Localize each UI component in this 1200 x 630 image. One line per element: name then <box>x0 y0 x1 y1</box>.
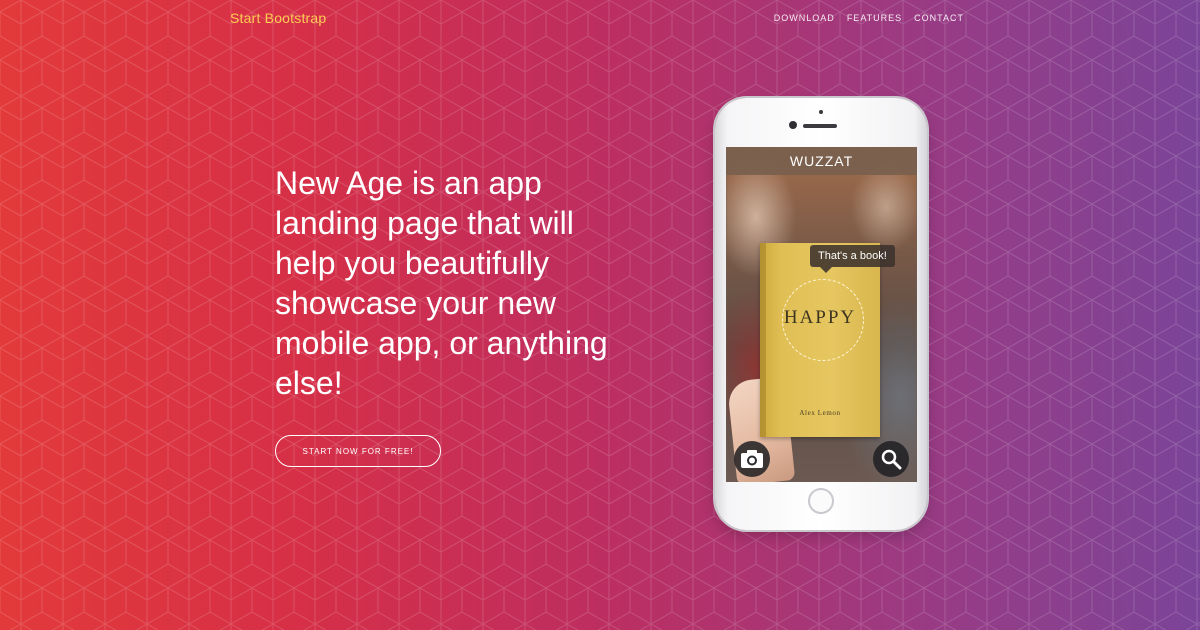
nav-features-link[interactable]: Features <box>847 13 902 23</box>
camera-button[interactable] <box>734 441 770 477</box>
hero-headline: New Age is an app landing page that will… <box>275 165 608 401</box>
phone-home-button <box>808 488 834 514</box>
speech-bubble: That's a book! <box>810 245 895 267</box>
phone-front-camera <box>789 121 797 129</box>
app-title: WUZZAT <box>789 153 854 169</box>
brand-link[interactable]: Start Bootstrap <box>230 10 326 26</box>
main-nav: Download Features Contact <box>774 13 964 23</box>
book-spine <box>760 243 766 437</box>
phone-mockup: HAPPY Alex Lemon WUZZAT That's a book! <box>715 98 927 530</box>
search-icon <box>881 449 902 470</box>
phone-speaker <box>803 124 837 128</box>
book-title: HAPPY <box>783 307 857 328</box>
nav-download-link[interactable]: Download <box>774 13 835 23</box>
speech-bubble-tail <box>820 267 832 273</box>
phone-sensor <box>819 110 823 114</box>
camera-icon <box>741 450 763 468</box>
app-title-bar: WUZZAT <box>726 147 917 175</box>
nav-contact-link[interactable]: Contact <box>914 13 964 23</box>
phone-screen: HAPPY Alex Lemon WUZZAT That's a book! <box>726 147 917 482</box>
search-button[interactable] <box>873 441 909 477</box>
book-author: Alex Lemon <box>799 409 841 417</box>
start-now-button[interactable]: Start Now for Free! <box>275 435 441 467</box>
